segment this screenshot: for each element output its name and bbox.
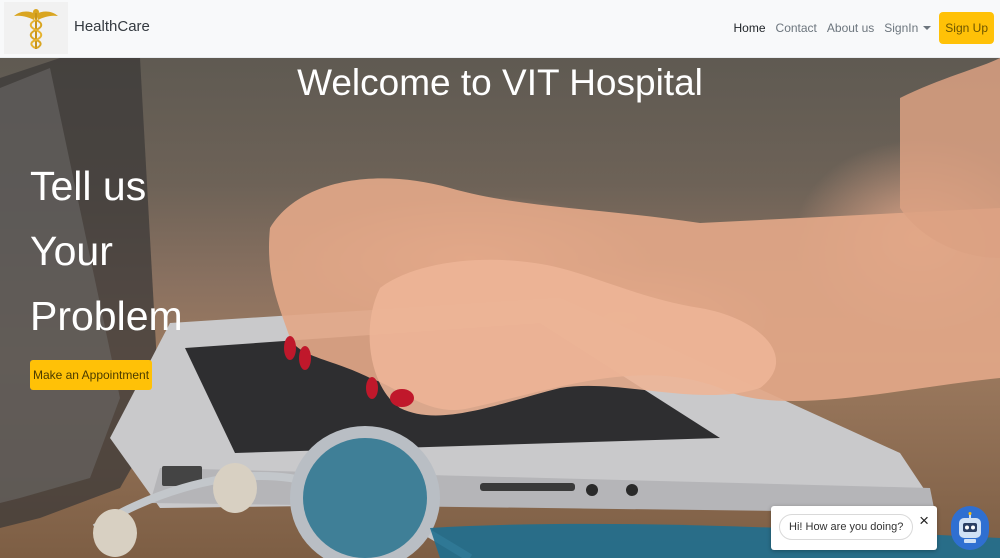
- hero-tagline: Tell us Your Problem: [30, 154, 183, 349]
- close-icon[interactable]: ×: [919, 512, 929, 530]
- brand-logo[interactable]: [4, 2, 68, 54]
- top-navbar: HealthCare Home Contact About us SignIn …: [0, 0, 1000, 58]
- caduceus-icon: [14, 9, 58, 49]
- signin-label: SignIn: [884, 21, 919, 35]
- nav-links: Home Contact About us SignIn Sign Up: [724, 12, 994, 44]
- chat-greeting-popup[interactable]: Hi! How are you doing? ×: [771, 506, 937, 550]
- hero-section: Welcome to VIT Hospital Tell us Your Pro…: [0, 58, 1000, 558]
- caret-down-icon: [923, 26, 932, 30]
- tagline-line-1: Tell us: [30, 163, 147, 209]
- chat-greeting-text[interactable]: Hi! How are you doing?: [779, 514, 914, 540]
- robot-icon: [959, 512, 981, 543]
- tagline-line-3: Problem: [30, 293, 183, 339]
- nav-link-home[interactable]: Home: [734, 21, 766, 35]
- nav-link-contact[interactable]: Contact: [776, 21, 817, 35]
- make-appointment-button[interactable]: Make an Appointment: [30, 360, 152, 390]
- brand-name[interactable]: HealthCare: [74, 18, 150, 35]
- hero-title: Welcome to VIT Hospital: [297, 62, 703, 103]
- nav-link-about-us[interactable]: About us: [827, 21, 874, 35]
- tagline-line-2: Your: [30, 228, 113, 274]
- signin-dropdown[interactable]: SignIn: [884, 21, 932, 35]
- chat-launcher-button[interactable]: [951, 506, 989, 550]
- signup-button[interactable]: Sign Up: [939, 12, 994, 44]
